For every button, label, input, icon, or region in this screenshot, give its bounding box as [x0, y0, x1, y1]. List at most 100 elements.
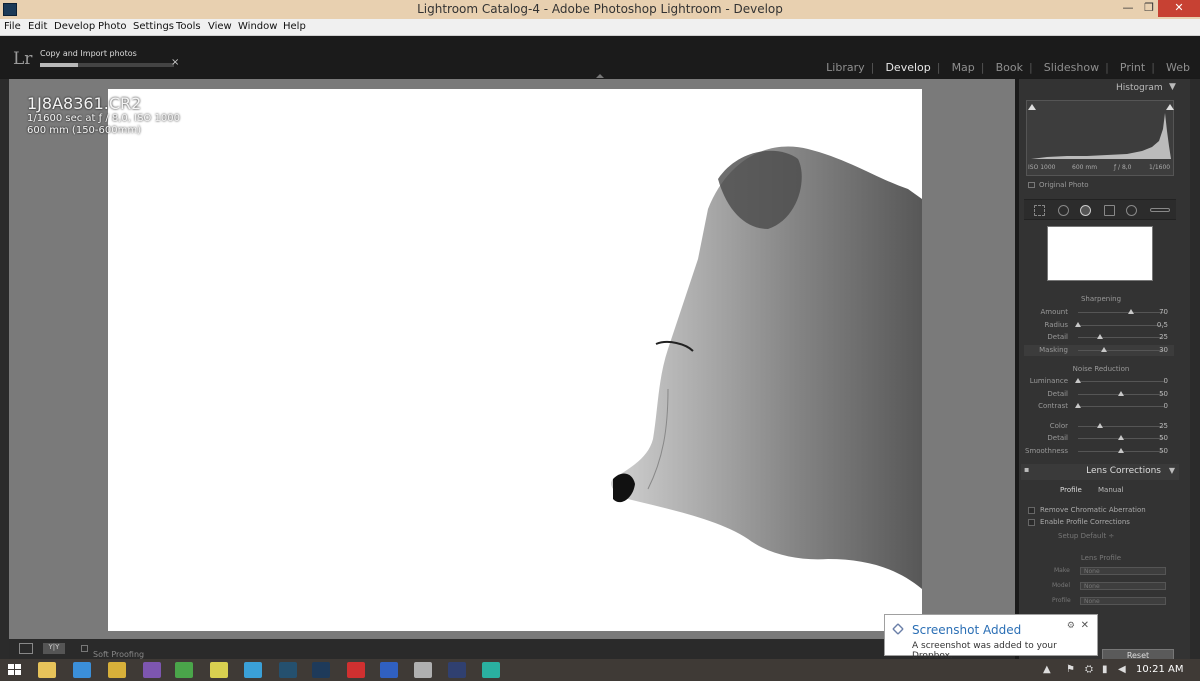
- photoshop-icon[interactable]: [312, 662, 330, 678]
- slider-track[interactable]: [1078, 381, 1164, 382]
- menu-file[interactable]: File: [4, 21, 21, 32]
- radial-filter-icon[interactable]: [1126, 205, 1137, 216]
- collapse-top-panel-icon[interactable]: [596, 74, 604, 78]
- lens-collapse-icon[interactable]: ▼: [1169, 466, 1175, 475]
- menu-help[interactable]: Help: [283, 21, 306, 32]
- sharpening-masking-slider[interactable]: Masking 30: [1024, 344, 1174, 356]
- visual-studio-icon[interactable]: [143, 662, 161, 678]
- tab-manual[interactable]: Manual: [1098, 486, 1123, 494]
- dropbox-notification[interactable]: Screenshot Added A screenshot was added …: [884, 614, 1098, 661]
- sharpening-radius-slider[interactable]: Radius 0,5: [1024, 320, 1174, 331]
- noise-smoothness-slider[interactable]: Smoothness 50: [1024, 446, 1174, 457]
- noise-contrast-slider[interactable]: Contrast 0: [1024, 401, 1174, 412]
- gray-app-icon[interactable]: [414, 662, 432, 678]
- slider-track[interactable]: [1078, 324, 1164, 326]
- chrome-icon[interactable]: [108, 662, 126, 678]
- slider-knob[interactable]: [1128, 309, 1135, 314]
- module-print[interactable]: Print: [1120, 61, 1145, 74]
- slider-value[interactable]: 50: [1159, 447, 1168, 455]
- module-library[interactable]: Library: [826, 61, 864, 74]
- slider-knob[interactable]: [1096, 334, 1103, 339]
- slider-value[interactable]: 70: [1159, 308, 1168, 316]
- adjustment-brush-icon[interactable]: [1150, 208, 1170, 212]
- loupe-view-icon[interactable]: [19, 643, 33, 654]
- menu-window[interactable]: Window: [238, 21, 277, 32]
- detail-preview[interactable]: [1047, 226, 1153, 281]
- taskbar-clock[interactable]: 10:21 AM: [1136, 664, 1183, 675]
- slider-track[interactable]: [1078, 337, 1164, 338]
- slider-value[interactable]: 0: [1164, 402, 1168, 410]
- noise-color-slider[interactable]: Color 25: [1024, 421, 1174, 432]
- noise-detail-slider[interactable]: Detail 50: [1024, 433, 1174, 444]
- slider-value[interactable]: 25: [1159, 333, 1168, 341]
- enable-profile-corrections-checkbox[interactable]: Enable Profile Corrections: [1028, 518, 1130, 526]
- menu-photo[interactable]: Photo: [98, 21, 127, 32]
- notification-settings-icon[interactable]: ⚙: [1067, 621, 1075, 631]
- original-photo-toggle[interactable]: Original Photo: [1028, 181, 1089, 189]
- slider-track[interactable]: [1078, 406, 1164, 407]
- minimize-button[interactable]: —: [1118, 0, 1138, 17]
- tab-profile[interactable]: Profile: [1060, 486, 1082, 494]
- histogram-collapse-icon[interactable]: ▼: [1169, 82, 1176, 92]
- module-web[interactable]: Web: [1166, 61, 1190, 74]
- noise-detail-slider[interactable]: Detail 50: [1024, 389, 1174, 400]
- red-app-icon[interactable]: [347, 662, 365, 678]
- lens-make-row[interactable]: Make None: [1040, 567, 1170, 577]
- cancel-import-icon[interactable]: ×: [171, 57, 179, 68]
- yellow-app-icon[interactable]: [210, 662, 228, 678]
- menu-edit[interactable]: Edit: [28, 21, 47, 32]
- close-button[interactable]: ✕: [1158, 0, 1200, 17]
- module-slideshow[interactable]: Slideshow: [1044, 61, 1099, 74]
- slider-knob[interactable]: [1118, 448, 1124, 453]
- lens-model-row[interactable]: Model None: [1040, 582, 1170, 592]
- cloud-app-icon[interactable]: [244, 662, 262, 678]
- module-book[interactable]: Book: [996, 61, 1023, 74]
- panel-switch-icon[interactable]: ▪: [1024, 465, 1029, 474]
- network-icon[interactable]: ▮: [1102, 664, 1108, 675]
- slider-track[interactable]: [1078, 312, 1164, 313]
- volume-icon[interactable]: ◀: [1118, 664, 1126, 675]
- internet-explorer-icon[interactable]: [73, 662, 91, 678]
- slider-track[interactable]: [1078, 349, 1164, 351]
- blue-app-icon[interactable]: [380, 662, 398, 678]
- noise-luminance-slider[interactable]: Luminance 0: [1024, 376, 1174, 387]
- soft-proofing-checkbox[interactable]: [81, 645, 88, 652]
- histogram-title[interactable]: Histogram: [1116, 83, 1163, 93]
- slider-knob[interactable]: [1096, 423, 1103, 428]
- slider-knob[interactable]: [1075, 378, 1081, 383]
- tray-overflow-icon[interactable]: ▲: [1043, 664, 1051, 675]
- slider-track[interactable]: [1078, 426, 1164, 427]
- crop-tool-icon[interactable]: [1034, 205, 1045, 216]
- menu-tools[interactable]: Tools: [176, 21, 201, 32]
- slider-value[interactable]: 0,5: [1157, 321, 1168, 329]
- slider-value[interactable]: 50: [1159, 434, 1168, 442]
- setup-row[interactable]: Setup Default ÷: [1058, 532, 1114, 540]
- slider-knob[interactable]: [1100, 346, 1107, 352]
- slider-value[interactable]: 25: [1159, 422, 1168, 430]
- menu-settings[interactable]: Settings: [133, 21, 174, 32]
- slider-value[interactable]: 30: [1159, 346, 1168, 354]
- module-map[interactable]: Map: [952, 61, 975, 74]
- dropbox-tray-icon[interactable]: ⛭: [1085, 664, 1093, 675]
- module-develop[interactable]: Develop: [885, 61, 930, 74]
- slider-value[interactable]: 50: [1159, 390, 1168, 398]
- dark-app-icon[interactable]: [448, 662, 466, 678]
- start-button-icon[interactable]: [8, 664, 22, 676]
- sharpening-amount-slider[interactable]: Amount 70: [1024, 307, 1174, 318]
- slider-knob[interactable]: [1075, 403, 1081, 408]
- notification-close-button[interactable]: ✕: [1081, 620, 1089, 631]
- slider-knob[interactable]: [1118, 435, 1124, 440]
- file-explorer-icon[interactable]: [38, 662, 56, 678]
- slider-value[interactable]: 0: [1164, 377, 1168, 385]
- left-panel-collapsed[interactable]: [0, 79, 9, 659]
- maximize-button[interactable]: ❐: [1140, 0, 1158, 17]
- slider-knob[interactable]: [1118, 391, 1124, 396]
- right-panel-scrollbar[interactable]: [1190, 79, 1200, 659]
- graduated-filter-icon[interactable]: [1104, 205, 1115, 216]
- b-app-icon[interactable]: [482, 662, 500, 678]
- slider-knob[interactable]: [1075, 321, 1081, 327]
- spot-removal-icon[interactable]: [1058, 205, 1069, 216]
- action-center-icon[interactable]: ⚑: [1066, 664, 1075, 675]
- menu-view[interactable]: View: [208, 21, 232, 32]
- sharpening-detail-slider[interactable]: Detail 25: [1024, 332, 1174, 343]
